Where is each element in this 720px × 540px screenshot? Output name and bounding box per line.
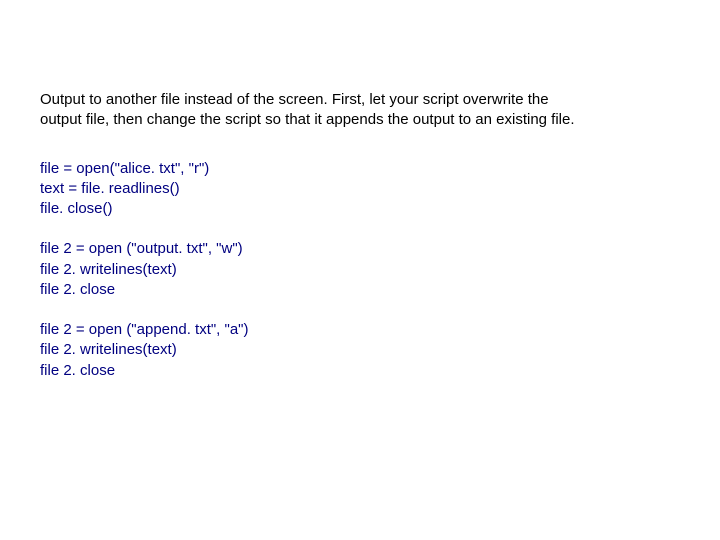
code-block-write: file 2 = open ("output. txt", "w") file … (40, 239, 680, 300)
code-line: file 2 = open ("output. txt", "w") (40, 239, 680, 259)
document-page: Output to another file instead of the sc… (0, 0, 720, 381)
code-line: file 2. close (40, 280, 680, 300)
code-line: file 2. writelines(text) (40, 340, 680, 360)
instruction-paragraph: Output to another file instead of the sc… (40, 90, 680, 131)
code-line: file 2. writelines(text) (40, 260, 680, 280)
code-line: file. close() (40, 199, 680, 219)
instruction-line-1: Output to another file instead of the sc… (40, 91, 549, 108)
code-block-read: file = open("alice. txt", "r") text = fi… (40, 159, 680, 220)
code-line: file 2 = open ("append. txt", "a") (40, 320, 680, 340)
code-block-append: file 2 = open ("append. txt", "a") file … (40, 320, 680, 381)
code-line: file 2. close (40, 361, 680, 381)
code-line: text = file. readlines() (40, 179, 680, 199)
instruction-line-2: output file, then change the script so t… (40, 111, 575, 128)
code-line: file = open("alice. txt", "r") (40, 159, 680, 179)
